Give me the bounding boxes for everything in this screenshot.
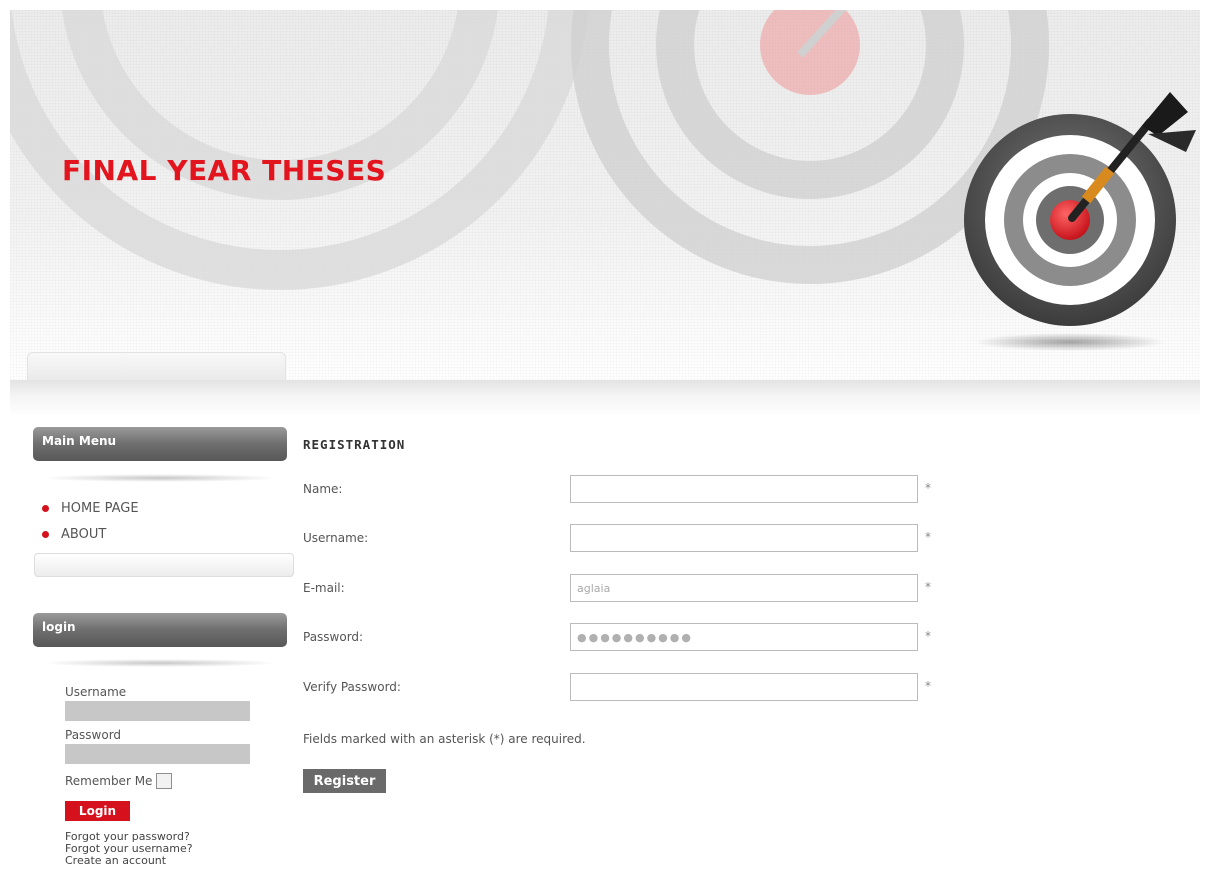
site-title: FINAL YEAR THESES — [62, 154, 387, 187]
menu-item-label: HOME PAGE — [61, 500, 139, 516]
required-asterisk: * — [925, 629, 931, 643]
verify-password-label: Verify Password: — [303, 680, 401, 694]
login-module-header: login — [33, 613, 287, 647]
username-label: Username: — [303, 531, 369, 545]
login-divider-shadow — [40, 659, 280, 667]
menu-item-home-page[interactable]: HOME PAGE — [42, 495, 139, 521]
login-links: Forgot your password? Forgot your userna… — [65, 831, 250, 867]
main-menu-list: HOME PAGE ABOUT — [42, 495, 139, 547]
remember-me-checkbox[interactable] — [156, 773, 173, 789]
login-username-input[interactable] — [65, 701, 250, 721]
red-bullet-icon — [42, 530, 49, 538]
registration-title: REGISTRATION — [303, 437, 406, 452]
registration-row-name: Name: * — [303, 475, 943, 503]
main-menu-footer — [34, 553, 294, 577]
login-module-title: login — [42, 620, 76, 634]
registration-row-password: Password: * — [303, 623, 943, 651]
registration-row-email: E-mail: * — [303, 574, 943, 602]
required-asterisk: * — [925, 679, 931, 693]
registration-row-username: Username: * — [303, 524, 943, 552]
remember-me-row: Remember Me — [65, 770, 250, 792]
remember-me-label: Remember Me — [65, 774, 153, 788]
login-password-input[interactable] — [65, 744, 250, 764]
name-input[interactable] — [570, 475, 918, 503]
password-label: Password: — [303, 630, 364, 644]
login-form: Username Password Remember Me Login Forg… — [65, 684, 250, 867]
login-password-label: Password — [65, 728, 122, 742]
menu-item-about[interactable]: ABOUT — [42, 521, 139, 547]
red-bullet-icon — [42, 504, 49, 512]
main-menu-title: Main Menu — [42, 434, 117, 448]
site-header: FINAL YEAR THESES — [10, 10, 1200, 380]
nav-tab[interactable] — [27, 352, 286, 380]
menu-item-label: ABOUT — [61, 526, 107, 542]
main-menu-divider-shadow — [40, 474, 280, 482]
login-button[interactable]: Login — [65, 801, 130, 821]
email-label: E-mail: — [303, 581, 345, 595]
name-label: Name: — [303, 482, 343, 496]
registration-row-verify-password: Verify Password: * — [303, 673, 943, 701]
target-dart-icon — [964, 92, 1196, 351]
email-input[interactable] — [570, 574, 918, 602]
required-asterisk: * — [925, 580, 931, 594]
required-fields-note: Fields marked with an asterisk (*) are r… — [303, 732, 586, 746]
main-menu-header: Main Menu — [33, 427, 287, 461]
password-input[interactable] — [570, 623, 918, 651]
required-asterisk: * — [925, 530, 931, 544]
create-account-link[interactable]: Create an account — [65, 855, 250, 867]
required-asterisk: * — [925, 481, 931, 495]
nav-bar — [10, 380, 1200, 418]
username-input[interactable] — [570, 524, 918, 552]
register-button[interactable]: Register — [303, 769, 386, 793]
login-username-label: Username — [65, 685, 127, 699]
verify-password-input[interactable] — [570, 673, 918, 701]
